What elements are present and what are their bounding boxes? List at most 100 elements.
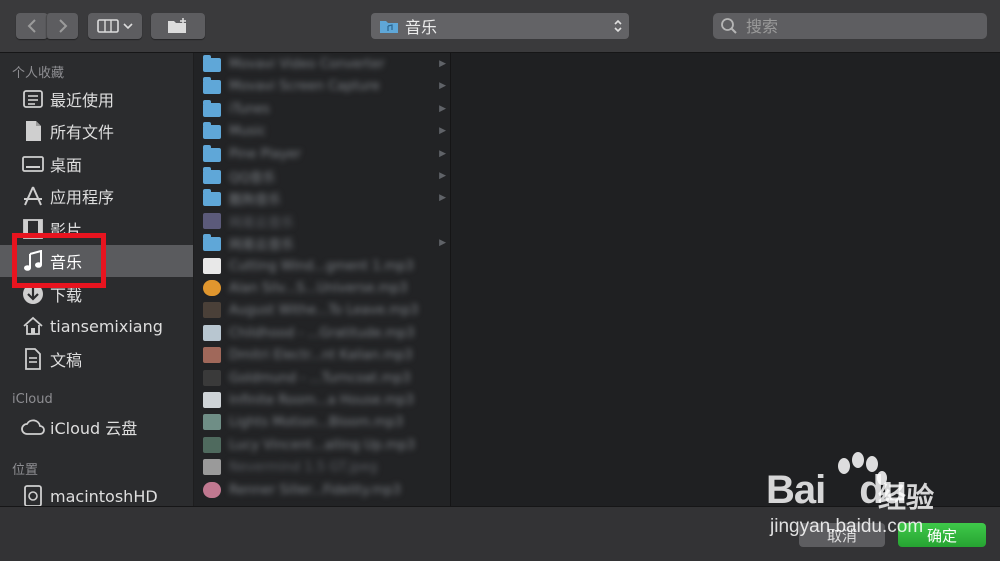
folder-icon [203,234,221,251]
cloud-icon [20,415,46,439]
new-folder-button[interactable] [151,13,205,39]
file-name: Childhood - ...Gratitude.mp3 [229,325,415,341]
album-art-icon [203,302,221,318]
applications-icon [20,184,46,208]
list-item[interactable]: Renner Siller...Fidelity.mp3 [194,479,450,501]
album-art-icon [203,482,221,498]
sidebar-item-home[interactable]: tiansemixiang [12,310,193,342]
file-column: Movavi Video Converter ▶ Movavi Screen C… [194,53,451,506]
list-item[interactable]: Nevermind 1.5 GT.jpeg [194,456,450,478]
list-item[interactable]: Cutting Wind...gment 1.mp3 [194,255,450,277]
sidebar-item-label: 所有文件 [50,123,115,142]
view-mode-button[interactable] [88,13,142,39]
list-item[interactable]: 网易云音乐 [194,210,450,232]
image-file-icon [203,459,221,475]
search-field[interactable] [713,13,987,39]
forward-button[interactable] [46,13,78,39]
movies-icon [20,217,46,241]
list-item[interactable]: Childhood - ...Gratitude.mp3 [194,322,450,344]
toolbar: 音乐 [0,0,1000,53]
sidebar-item-label: tiansemixiang [50,316,163,336]
album-art-icon [203,414,221,430]
file-name: 网易云音乐 [229,237,295,253]
file-name: Dmitri Electr...nt Kalian.mp3 [229,347,413,363]
file-name: Nevermind 1.5 GT.jpeg [229,459,378,475]
list-item[interactable]: 网易云音乐 ▶ [194,232,450,254]
file-name: QQ音乐 [229,170,276,186]
sidebar-item-documents[interactable]: 文稿 [12,343,193,375]
location-popup[interactable]: 音乐 [371,13,629,39]
sidebar-item-macintosh-hd[interactable]: macintoshHD [12,480,193,506]
list-item[interactable]: Movavi Video Converter ▶ [194,53,450,75]
sidebar-item-movies[interactable]: 影片 [12,213,193,245]
file-name: Movavi Video Converter [229,56,385,72]
icloud-header: iCloud [12,392,53,407]
sidebar-item-icloud-drive[interactable]: iCloud 云盘 [12,411,193,443]
list-item[interactable]: iTunes ▶ [194,98,450,120]
album-art-icon [203,280,221,296]
disclosure-arrow-icon: ▶ [439,81,446,91]
sidebar-item-recents[interactable]: 最近使用 [12,83,193,115]
sidebar-item-label: iCloud 云盘 [50,419,138,438]
column-view-icon [97,19,119,33]
app-icon [203,213,221,229]
search-input[interactable] [744,15,978,37]
sidebar-item-label: 影片 [50,221,83,240]
audio-file-icon [203,258,221,274]
list-item[interactable]: Goldmund - ...Turncoat.mp3 [194,367,450,389]
search-icon [721,18,737,34]
list-item[interactable]: August Withe...To Leave.mp3 [194,299,450,321]
sidebar-item-applications[interactable]: 应用程序 [12,180,193,212]
cancel-button[interactable]: 取消 [799,523,885,547]
list-item[interactable]: Dmitri Electr...nt Kalian.mp3 [194,344,450,366]
recents-icon [20,87,46,111]
list-item[interactable]: QQ音乐 ▶ [194,165,450,187]
disclosure-arrow-icon: ▶ [439,126,446,136]
music-folder-icon [380,21,398,33]
sidebar-item-label: 桌面 [50,156,83,175]
album-art-icon [203,325,221,341]
bottom-bar: 取消 确定 [0,506,1000,561]
disclosure-arrow-icon: ▶ [439,59,446,69]
album-art-icon [203,437,221,453]
disclosure-arrow-icon: ▶ [439,193,446,203]
list-item[interactable]: Lights Motion...Bloom.mp3 [194,411,450,433]
sidebar-item-label: 最近使用 [50,91,115,110]
list-item[interactable]: Movavi Screen Capture ▶ [194,75,450,97]
ok-button[interactable]: 确定 [898,523,986,547]
back-button[interactable] [16,13,48,39]
folder-icon [203,122,221,139]
music-note-icon [20,249,46,273]
file-name: Infinite Room...a House.mp3 [229,392,414,408]
disclosure-arrow-icon: ▶ [439,104,446,114]
downloads-icon [20,282,46,306]
sidebar-item-desktop[interactable]: 桌面 [12,148,193,180]
chevron-left-icon [27,19,36,33]
folder-icon [203,77,221,94]
file-name: August Withe...To Leave.mp3 [229,302,419,318]
list-item[interactable]: Infinite Room...a House.mp3 [194,389,450,411]
folder-icon [203,100,221,117]
file-name: Lights Motion...Bloom.mp3 [229,414,404,430]
file-name: Music [229,123,266,139]
sidebar-item-all-files[interactable]: 所有文件 [12,115,193,147]
list-item[interactable]: Music ▶ [194,120,450,142]
up-down-chevron-icon [614,19,622,33]
list-item[interactable]: Pine Player ▶ [194,143,450,165]
location-label: 音乐 [405,18,438,37]
disclosure-arrow-icon: ▶ [439,171,446,181]
sidebar-item-downloads[interactable]: 下载 [12,278,193,310]
desktop-icon [20,152,46,176]
file-name: Lucy Vincent...alling Up.mp3 [229,437,416,453]
file-name: iTunes [229,101,270,117]
file-name: Cutting Wind...gment 1.mp3 [229,258,414,274]
list-item[interactable]: Alan Silv...S...Universe.mp3 [194,277,450,299]
folder-icon [203,145,221,162]
folder-icon [203,55,221,72]
file-name: 酷狗音乐 [229,192,282,208]
all-files-icon [20,119,46,143]
list-item[interactable]: Lucy Vincent...alling Up.mp3 [194,434,450,456]
list-item[interactable]: 酷狗音乐 ▶ [194,187,450,209]
chevron-right-icon [58,19,67,33]
sidebar-item-music[interactable]: 音乐 [0,245,193,277]
